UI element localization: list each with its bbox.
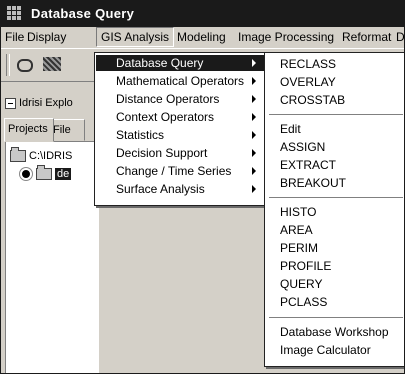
menu-item-crosstab[interactable]: CROSSTAB — [280, 91, 345, 109]
tree-item-project[interactable]: de — [20, 165, 72, 182]
app-window: Database Query File Display GIS Analysis… — [0, 0, 405, 374]
chevron-right-icon — [252, 167, 256, 175]
chevron-right-icon — [252, 185, 256, 193]
menu-item-label: Context Operators — [116, 110, 215, 124]
menu-item-label: Mathematical Operators — [116, 74, 245, 88]
menu-item-label: Decision Support — [116, 146, 208, 160]
menu-item-database-query[interactable]: Database Query — [96, 55, 264, 71]
menu-item-decision-support[interactable]: Decision Support — [96, 145, 264, 161]
chevron-right-icon — [252, 77, 256, 85]
database-query-submenu: RECLASS OVERLAY CROSSTAB Edit ASSIGN EXT… — [264, 52, 404, 367]
menu-item-pclass[interactable]: PCLASS — [280, 293, 327, 311]
menu-item-overlay[interactable]: OVERLAY — [280, 73, 336, 91]
project-tree: C:\IDRIS de — [5, 141, 99, 373]
toolbar-grip — [6, 54, 10, 76]
menu-separator — [269, 197, 403, 199]
open-icon[interactable] — [13, 54, 37, 76]
menu-item-label: Surface Analysis — [116, 182, 205, 196]
tree-item-root[interactable]: C:\IDRIS — [10, 147, 73, 164]
menu-item-statistics[interactable]: Statistics — [96, 127, 264, 143]
radio-selected-icon[interactable] — [20, 168, 32, 181]
menu-item-distance-operators[interactable]: Distance Operators — [96, 91, 264, 107]
menu-reformat[interactable]: Reformat — [338, 27, 395, 47]
menu-modeling[interactable]: Modeling — [173, 27, 230, 47]
menu-item-extract[interactable]: EXTRACT — [280, 156, 336, 174]
menu-gis-analysis[interactable]: GIS Analysis — [96, 27, 175, 47]
menu-item-query[interactable]: QUERY — [280, 275, 322, 293]
menu-item-area[interactable]: AREA — [280, 221, 313, 239]
explorer-title-label: Idrisi Explo — [19, 97, 73, 109]
window-title: Database Query — [31, 6, 135, 21]
menu-display[interactable]: Display — [23, 27, 70, 47]
chevron-right-icon — [252, 95, 256, 103]
menu-separator — [269, 317, 403, 319]
chevron-right-icon — [252, 149, 256, 157]
menu-image-processing[interactable]: Image Processing — [234, 27, 338, 47]
menu-separator — [269, 114, 403, 116]
menu-item-assign[interactable]: ASSIGN — [280, 138, 325, 156]
title-bar[interactable]: Database Query — [1, 1, 404, 27]
menu-bar: File Display GIS Analysis Modeling Image… — [1, 27, 404, 47]
menu-more[interactable]: D — [392, 27, 404, 47]
folder-icon — [36, 165, 52, 181]
tab-files[interactable]: File — [49, 119, 85, 141]
menu-item-reclass[interactable]: RECLASS — [280, 55, 336, 73]
menu-item-mathematical-operators[interactable]: Mathematical Operators — [96, 73, 264, 89]
menu-item-edit[interactable]: Edit — [280, 120, 301, 138]
menu-item-breakout[interactable]: BREAKOUT — [280, 174, 346, 192]
menu-item-image-calculator[interactable]: Image Calculator — [280, 341, 371, 359]
menu-item-change-time-series[interactable]: Change / Time Series — [96, 163, 264, 179]
chevron-right-icon — [252, 113, 256, 121]
explorer-title[interactable]: Idrisi Explo — [5, 93, 95, 113]
menu-item-label: Database Query — [116, 56, 204, 70]
menu-item-surface-analysis[interactable]: Surface Analysis — [96, 181, 264, 197]
map-icon[interactable] — [41, 54, 65, 76]
menu-item-perim[interactable]: PERIM — [280, 239, 318, 257]
menu-item-histo[interactable]: HISTO — [280, 203, 316, 221]
chevron-right-icon — [252, 131, 256, 139]
chevron-right-icon — [252, 59, 256, 67]
gis-analysis-menu: Database Query Mathematical Operators Di… — [94, 52, 266, 206]
tab-projects[interactable]: Projects — [4, 118, 54, 142]
menu-item-profile[interactable]: PROFILE — [280, 257, 331, 275]
menu-item-database-workshop[interactable]: Database Workshop — [280, 323, 389, 341]
collapse-icon[interactable] — [5, 97, 16, 109]
menu-item-label: Distance Operators — [116, 92, 220, 106]
app-grid-icon — [7, 6, 21, 20]
menu-item-label: Change / Time Series — [116, 164, 232, 178]
menu-item-context-operators[interactable]: Context Operators — [96, 109, 264, 125]
tree-item-label: C:\IDRIS — [29, 150, 73, 162]
folder-icon — [10, 147, 26, 163]
menu-item-label: Statistics — [116, 128, 165, 142]
tree-item-label: de — [55, 168, 72, 180]
